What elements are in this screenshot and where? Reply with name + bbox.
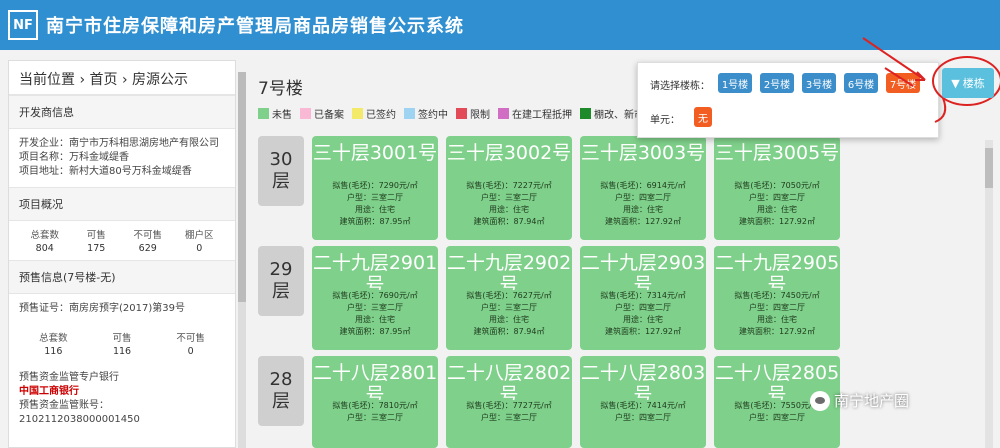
app-header: NF 南宁市住房保障和房产管理局商品房销售公示系统 [0,0,1000,50]
legend-swatch [258,108,269,119]
presale-unavailable: 不可售 0 [176,333,205,357]
legend-swatch [352,108,363,119]
main-scroll-thumb[interactable] [985,148,993,188]
unit-card[interactable]: 三十层3001号 拟售(毛坯)：7290元/㎡ 户型：三室二厅 用途：住宅 建筑面积：8… [312,136,438,240]
unit-card[interactable]: 二十九层2905号 拟售(毛坯)：7450元/㎡ 户型：四室二厅 用途：住宅 建筑面积：… [714,246,840,350]
presale-available: 可售 116 [112,333,132,357]
unit-card[interactable]: 三十层3002号 拟售(毛坯)：7227元/㎡ 户型：三室二厅 用途：住宅 建筑面积：8… [446,136,572,240]
unit-card[interactable]: 二十八层2803号 拟售(毛坯)：7414元/㎡ 户型：四室二厅 [580,356,706,448]
legend-signed: 已签约 [352,106,396,121]
legend-filed: 已备案 [300,106,344,121]
sidebar-scroll-thumb[interactable] [238,72,246,302]
project-sidebar: 当前位置 › 首页 › 房源公示 开发商信息 开发企业：南宁市万科相思湖房地产有… [8,60,236,448]
project-name: 项目名称：万科金域缇香 [19,152,129,163]
floor-label-30: 30 层 [258,136,304,206]
floor-label-29: 29 层 [258,246,304,316]
unit-card[interactable]: 三十层3005号 拟售(毛坯)：7050元/㎡ 户型：四室二厅 用途：住宅 建筑面积：1… [714,136,840,240]
watermark: 南宁地产圈 [810,390,909,411]
presale-stats: 总套数 116 可售 116 不可售 0 [9,324,235,363]
unit-card[interactable]: 二十九层2901号 拟售(毛坯)：7690元/㎡ 户型：三室二厅 用途：住宅 建筑面积：… [312,246,438,350]
unit-select-label: 单元： [650,115,680,126]
unit-name: 三十层3001号 [312,142,438,164]
wechat-icon [810,390,830,411]
floor-label-28: 28 层 [258,356,304,426]
unit-card[interactable]: 二十八层2802号 拟售(毛坯)：7727元/㎡ 户型：三室二厅 [446,356,572,448]
sidebar-scrollbar[interactable] [238,72,246,448]
unit-name: 二十九层2905号 [714,252,840,290]
account-label: 预售资金监管账号： [19,400,109,411]
unit-card[interactable]: 三十层3003号 拟售(毛坯)：6914元/㎡ 户型：四室二厅 用途：住宅 建筑面积：1… [580,136,706,240]
unit-name: 二十八层2801号 [312,362,438,400]
legend-swatch [300,108,311,119]
developer-company: 开发企业：南宁市万科相思湖房地产有限公司 [19,138,219,149]
stat-shantytown: 棚户区 0 [184,230,214,254]
bank-label: 预售资金监管专户银行 [19,372,119,383]
developer-section-title: 开发商信息 [9,95,235,129]
building-button-3[interactable]: 3号楼 [802,73,836,93]
legend-swatch [580,108,591,119]
main-scrollbar[interactable] [985,140,993,448]
unit-card[interactable]: 二十九层2902号 拟售(毛坯)：7627元/㎡ 户型：三室二厅 用途：住宅 建筑面积：… [446,246,572,350]
overview-stats: 总套数 804 可售 175 不可售 629 棚户区 0 [9,221,235,260]
legend-signing: 签约中 [404,106,448,121]
unit-name: 二十九层2902号 [446,252,572,290]
stat-available: 可售 175 [86,230,106,254]
building-button-2[interactable]: 2号楼 [760,73,794,93]
unit-name: 三十层3005号 [714,142,840,164]
unit-name: 二十八层2803号 [580,362,706,400]
building-title: 7号楼 [258,79,303,99]
building-button-1[interactable]: 1号楼 [718,73,752,93]
unit-card[interactable]: 二十九层2903号 拟售(毛坯)：7314元/㎡ 户型：四室二厅 用途：住宅 建筑面积：… [580,246,706,350]
unit-button-none[interactable]: 无 [694,107,712,127]
presale-cert: 预售证号：南房房预字(2017)第39号 [19,303,185,314]
developer-info: 开发企业：南宁市万科相思湖房地产有限公司 项目名称：万科金域缇香 项目地址：新村… [9,129,235,187]
legend-swatch [456,108,467,119]
breadcrumb: 当前位置 › 首页 › 房源公示 [9,61,235,95]
legend-swatch [404,108,415,119]
presale-section-title: 预售信息(7号楼-无) [9,260,235,294]
stat-total: 总套数 804 [30,230,59,254]
legend-mortgaged: 在建工程抵押 [498,106,572,121]
site-title: 南宁市住房保障和房产管理局商品房销售公示系统 [46,16,464,37]
account-number: 2102112038000001450 [19,414,140,425]
unit-name: 二十八层2802号 [446,362,572,400]
legend-unsold: 未售 [258,106,292,121]
bank-info: 预售资金监管专户银行 中国工商银行 预售资金监管账号： 210211203800… [9,363,235,435]
project-address: 项目地址：新村大道80号万科金域缇香 [19,166,192,177]
status-legend: 未售 已备案 已签约 签约中 限制 在建工程抵押 棚改、新市民 [258,106,654,121]
unit-name: 二十九层2901号 [312,252,438,290]
unit-name: 二十九层2903号 [580,252,706,290]
unit-card[interactable]: 二十八层2801号 拟售(毛坯)：7810元/㎡ 户型：三室二厅 [312,356,438,448]
site-logo: NF [8,10,38,40]
presale-total: 总套数 116 [39,333,68,357]
unit-name: 三十层3002号 [446,142,572,164]
bank-name: 中国工商银行 [19,386,79,397]
building-select-label: 请选择楼栋： [650,81,710,92]
stat-unavailable: 不可售 629 [133,230,162,254]
unit-name: 三十层3003号 [580,142,706,164]
legend-restricted: 限制 [456,106,490,121]
legend-swatch [498,108,509,119]
overview-section-title: 项目概况 [9,187,235,221]
annotation-arrows [862,37,947,123]
